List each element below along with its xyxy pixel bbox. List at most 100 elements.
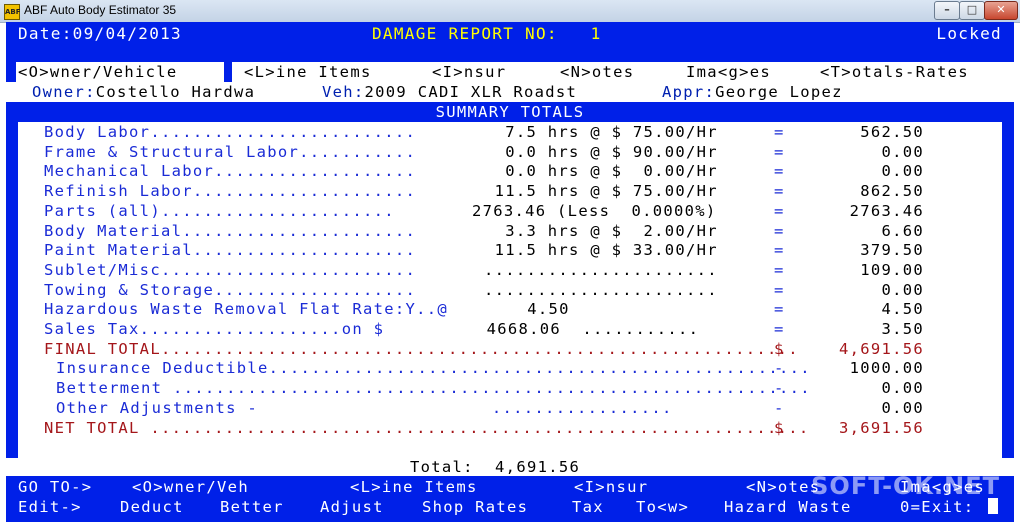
row-label: Paint Material..................... [44,241,417,259]
owner-value: Costello Hardwa [95,83,256,101]
goto-insurance-button[interactable]: <I>nsur [574,477,648,497]
vehicle-value: 2009 CADI XLR Roadst [364,83,578,101]
net-total-currency: $ [774,419,785,437]
row-detail: 11.5 hrs @ $ 75.00/Hr [484,182,718,200]
adjustment-amount[interactable]: 1000.00 [850,358,924,378]
row-amount[interactable]: 109.00 [860,260,924,280]
tax-button[interactable]: Tax [572,497,604,517]
tow-button[interactable]: To<w> [636,497,689,517]
adjustment-sign: - [774,379,785,397]
row-amount[interactable]: 862.50 [860,181,924,201]
row-amount[interactable]: 0.00 [881,142,924,162]
row-label: Mechanical Labor................... [44,162,417,180]
row-detail: 7.5 hrs @ $ 75.00/Hr [484,123,718,141]
adjust-button[interactable]: Adjust [320,497,384,517]
row-detail: 0.0 hrs @ $ 0.00/Hr [484,162,718,180]
minimize-button[interactable]: – [934,1,960,20]
row-label: Refinish Labor..................... [44,182,417,200]
row-equals: = [774,261,785,279]
row-amount[interactable]: 4.50 [881,299,924,319]
tab-insurance[interactable]: <I>nsur [418,62,544,82]
adjustment-row: Betterment .............................… [56,378,944,398]
maximize-button[interactable]: □ [959,1,985,20]
row-equals: = [774,222,785,240]
exit-prompt[interactable]: 0=Exit: [900,497,974,517]
adjustment-label: Insurance Deductible....................… [56,359,811,377]
net-total-label: NET TOTAL ..............................… [44,419,810,437]
panel-border-left [6,102,18,458]
window-title: ABF Auto Body Estimator 35 [24,3,177,17]
hazard-waste-button[interactable]: Hazard Waste [724,497,852,517]
row-equals: = [774,143,785,161]
row-amount[interactable]: 6.60 [881,221,924,241]
adjustment-amount[interactable]: 0.00 [881,378,924,398]
tab-owner-vehicle[interactable]: <O>wner/Vehicle [16,62,224,82]
abf-app-icon: ABF [4,4,21,20]
row-label: Towing & Storage................... [44,281,417,299]
panel-border-right [1002,102,1014,458]
summary-row: Refinish Labor..................... 11.5… [44,181,944,201]
watermark-text: SOFT-OK.NET [811,472,1000,500]
footer-total: Total: 4,691.56 [410,458,581,476]
summary-row: Sales Tax...................on $ 4668.06… [44,319,944,339]
goto-label: GO TO-> [18,478,93,496]
net-total-row: NET TOTAL ..............................… [44,418,944,438]
row-amount[interactable]: 3.50 [881,319,924,339]
row-label: Sublet/Misc........................ [44,261,417,279]
tab-line-items[interactable]: <L>ine Items [232,62,420,82]
vehicle-label: Veh: [322,83,365,101]
adjustment-amount[interactable]: 0.00 [881,398,924,418]
summary-totals-heading: SUMMARY TOTALS [18,102,1002,122]
goto-owner-button[interactable]: <O>wner/Veh [132,477,249,497]
text-cursor [988,498,998,514]
tab-totals-rates[interactable]: <T>otals-Rates [810,62,1018,82]
row-detail: ...................... [484,281,718,299]
lock-status: Locked [936,24,1002,43]
damage-report-number: DAMAGE REPORT NO: 1 [372,24,602,43]
tab-notes[interactable]: <N>otes [540,62,678,82]
adjustment-sign: - [774,399,785,417]
row-amount[interactable]: 0.00 [881,280,924,300]
summary-row: Body Material...................... 3.3 … [44,221,944,241]
final-total-row: FINAL TOTAL.............................… [44,339,944,359]
window-titlebar: ABF ABF Auto Body Estimator 35 – □ ✕ [0,0,1020,23]
row-equals: = [774,162,785,180]
summary-row: Parts (all)...................... 2763.46… [44,201,944,221]
row-amount[interactable]: 0.00 [881,161,924,181]
row-detail: ...................... [484,261,718,279]
close-button[interactable]: ✕ [984,1,1018,20]
summary-row: Body Labor......................... 7.5 … [44,122,944,142]
summary-row: Frame & Structural Labor........... 0.0 … [44,142,944,162]
row-equals: = [774,320,785,338]
row-amount[interactable]: 2763.46 [850,201,924,221]
row-amount[interactable]: 379.50 [860,240,924,260]
tab-images[interactable]: Ima<g>es [670,62,816,82]
row-label: Hazardous Waste Removal Flat Rate:Y..@ [44,300,449,318]
goto-notes-button[interactable]: <N>otes [746,477,820,497]
row-label: Parts (all)...................... [44,202,395,220]
row-amount[interactable]: 562.50 [860,122,924,142]
owner-field: Owner:Costello Hardwa [32,82,255,102]
final-total-label: FINAL TOTAL.............................… [44,340,799,358]
summary-row: Towing & Storage........................… [44,280,944,300]
edit-label: Edit-> [18,498,82,516]
summary-row: Paint Material..................... 11.5… [44,240,944,260]
better-button[interactable]: Better [220,497,284,517]
row-detail: 2763.46 (Less 0.0000%) [472,202,717,220]
final-total-currency: $ [774,340,785,358]
owner-info-bar: Owner:Costello Hardwa Veh:2009 CADI XLR … [6,82,1014,102]
row-detail: 3.3 hrs @ $ 2.00/Hr [484,222,718,240]
row-equals: = [774,300,785,318]
row-detail: 4.50 [506,300,570,318]
row-detail: 0.0 hrs @ $ 90.00/Hr [484,143,718,161]
report-header: Date:09/04/2013 DAMAGE REPORT NO: 1 Lock… [6,22,1014,60]
appraiser-label: Appr: [662,83,716,101]
adjustment-row: Insurance Deductible....................… [56,358,944,378]
deduct-button[interactable]: Deduct [120,497,184,517]
row-equals: = [774,123,785,141]
row-equals: = [774,241,785,259]
shop-rates-button[interactable]: Shop Rates [422,497,528,517]
appraiser-field: Appr:George Lopez [662,82,843,102]
goto-line-items-button[interactable]: <L>ine Items [350,477,478,497]
row-label: Frame & Structural Labor........... [44,143,417,161]
